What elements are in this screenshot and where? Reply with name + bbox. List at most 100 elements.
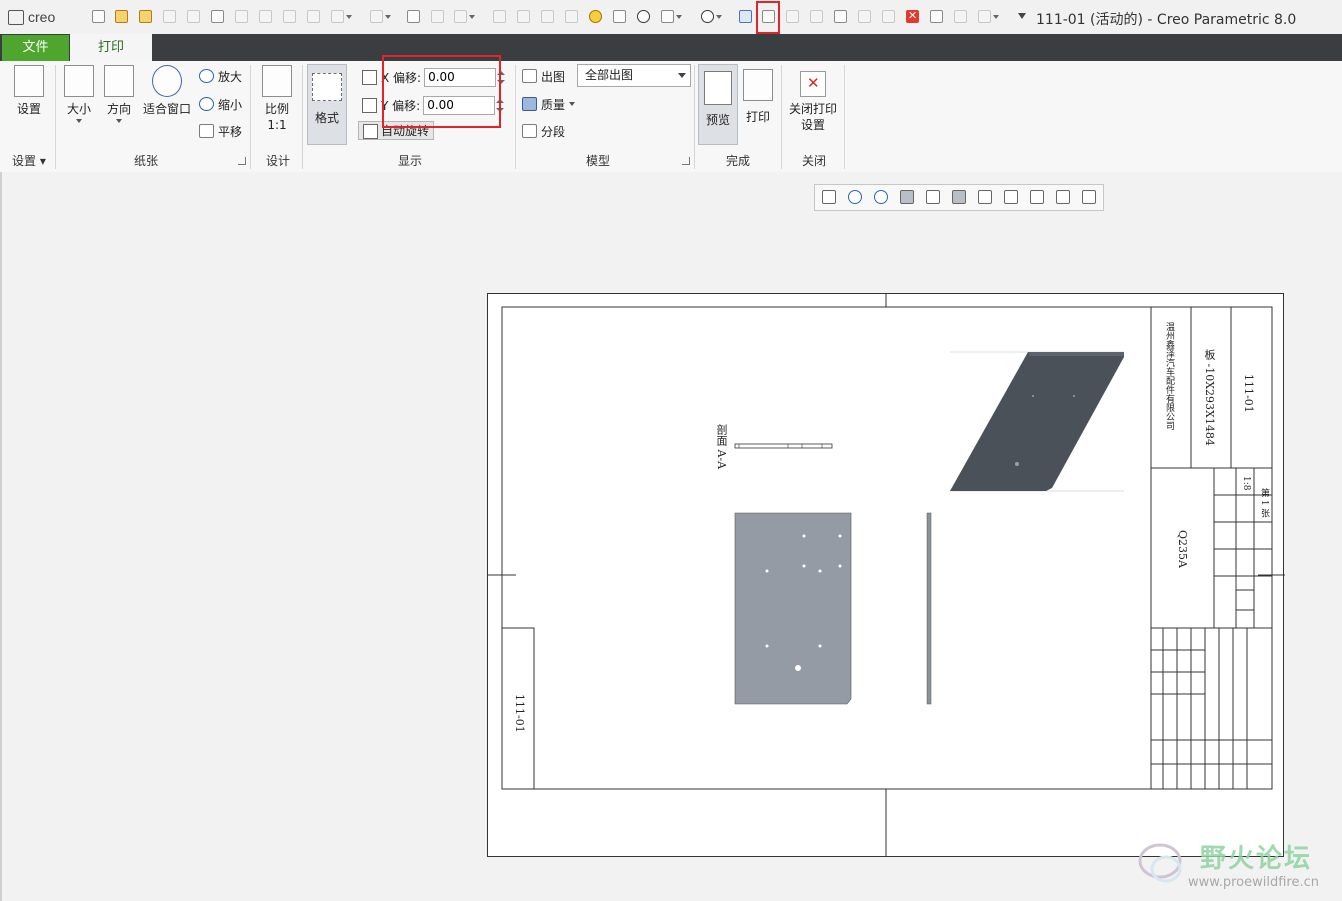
point-display-icon[interactable] bbox=[1056, 190, 1072, 206]
group-separator bbox=[302, 65, 303, 169]
zoom-out-button[interactable]: 缩小 bbox=[199, 95, 242, 113]
save-as-icon[interactable] bbox=[185, 8, 203, 26]
preview-button[interactable]: 预览 bbox=[698, 64, 738, 145]
counter-icon[interactable] bbox=[699, 8, 722, 26]
material-label: Q235A bbox=[1176, 530, 1189, 568]
text-icon[interactable] bbox=[405, 8, 423, 26]
title-bar: creo 111-01 (活动的) - Creo Parametric 8.0 bbox=[0, 0, 1342, 35]
group-settings[interactable]: 设置 ▾ bbox=[12, 152, 46, 169]
redo-icon[interactable] bbox=[368, 8, 391, 26]
chevron-down-icon bbox=[569, 102, 576, 106]
group-close: 关闭 bbox=[802, 154, 827, 168]
segment-button[interactable]: 分段 bbox=[522, 122, 565, 140]
logo-text: creo bbox=[28, 9, 56, 25]
import-icon[interactable] bbox=[808, 8, 826, 26]
watermark-title: 野火论坛 bbox=[1200, 844, 1313, 874]
sphere-icon[interactable] bbox=[429, 8, 447, 26]
smile-icon[interactable] bbox=[587, 8, 605, 26]
close-print-label: 关闭打印 bbox=[788, 102, 837, 116]
group-separator bbox=[515, 65, 516, 169]
undo-icon[interactable] bbox=[329, 8, 352, 26]
drawing-icon[interactable] bbox=[209, 8, 227, 26]
size-button[interactable]: 大小 bbox=[62, 65, 96, 123]
zoom-in-button[interactable]: 放大 bbox=[199, 67, 242, 85]
regenerate-icon[interactable] bbox=[233, 8, 251, 26]
active-window-icon[interactable] bbox=[928, 8, 946, 26]
csys-display-icon[interactable] bbox=[1082, 190, 1098, 206]
plane-display-icon[interactable] bbox=[1004, 190, 1020, 206]
insert-icon[interactable] bbox=[281, 8, 299, 26]
history-icon[interactable] bbox=[856, 8, 874, 26]
drawing-output-icon bbox=[522, 69, 537, 83]
group-separator bbox=[250, 65, 251, 169]
part-name: 板 -10X293X1484 bbox=[1203, 349, 1216, 446]
group-display: 显示 bbox=[398, 154, 423, 168]
open-icon[interactable] bbox=[113, 8, 131, 26]
segment-icon bbox=[522, 124, 537, 138]
scale-label: 比例 bbox=[264, 102, 289, 116]
orientation-label: 方向 bbox=[106, 102, 131, 116]
datum-display-icon[interactable] bbox=[978, 190, 994, 206]
format-icon bbox=[312, 73, 342, 101]
format-button[interactable]: 格式 bbox=[307, 64, 347, 145]
drawing-number: 111-01 bbox=[1242, 374, 1255, 413]
shaded-icon[interactable] bbox=[926, 190, 942, 206]
target-icon[interactable] bbox=[635, 8, 653, 26]
drawing-output-button[interactable]: 出图 bbox=[522, 67, 565, 85]
fit-window-button[interactable]: 适合窗口 bbox=[140, 65, 194, 117]
quality-icon bbox=[522, 97, 537, 111]
orientation-button[interactable]: 方向 bbox=[102, 65, 136, 123]
new-icon[interactable] bbox=[90, 8, 108, 26]
folder-icon[interactable] bbox=[137, 8, 155, 26]
pan-button[interactable]: 平移 bbox=[199, 122, 242, 140]
close-print-icon: ✕ bbox=[800, 71, 826, 97]
print-button[interactable]: 打印 bbox=[742, 65, 774, 125]
edit-icon[interactable] bbox=[563, 8, 581, 26]
chevron-down-icon bbox=[76, 119, 82, 123]
repaint-icon[interactable] bbox=[900, 190, 916, 206]
group-separator bbox=[781, 65, 782, 169]
pan-label: 平移 bbox=[218, 124, 243, 139]
y-offset-icon bbox=[362, 97, 377, 113]
scale-button[interactable]: 比例 1:1 bbox=[259, 65, 295, 133]
close-print-button[interactable]: ✕ 关闭打印 设置 bbox=[787, 65, 839, 133]
chevron-down-icon bbox=[116, 119, 122, 123]
assembly-icon[interactable] bbox=[305, 8, 323, 26]
tab-file[interactable]: 文件 bbox=[2, 35, 69, 61]
hidden-line-icon[interactable] bbox=[952, 190, 968, 206]
model-launcher-icon[interactable] bbox=[682, 157, 690, 165]
paper-launcher-icon[interactable] bbox=[238, 157, 246, 165]
refit-icon[interactable] bbox=[822, 190, 838, 206]
close-red-icon[interactable] bbox=[904, 8, 922, 26]
paste-icon[interactable] bbox=[539, 8, 557, 26]
component-icon[interactable] bbox=[257, 8, 275, 26]
layer-icon[interactable] bbox=[491, 8, 509, 26]
settings-button[interactable]: 设置 bbox=[10, 65, 48, 117]
axis-display-icon[interactable] bbox=[1030, 190, 1046, 206]
close-small-icon[interactable] bbox=[880, 8, 898, 26]
export-icon[interactable] bbox=[784, 8, 802, 26]
drawing-select[interactable]: 全部出图 bbox=[577, 64, 691, 87]
quality-button[interactable]: 质量 bbox=[522, 95, 576, 113]
copy-icon[interactable] bbox=[515, 8, 533, 26]
zoom-in-icon[interactable] bbox=[848, 190, 864, 206]
creo-logo[interactable]: creo bbox=[8, 8, 55, 26]
scale-icon bbox=[262, 65, 292, 97]
close-print-label-2: 设置 bbox=[800, 118, 825, 132]
window-icon[interactable] bbox=[659, 8, 682, 26]
view-cube-icon[interactable] bbox=[976, 8, 999, 26]
customize-toolbar-icon[interactable] bbox=[1018, 13, 1026, 19]
drawing-sheet[interactable]: 温州鑫泽汽车配件有限公司 板 -10X293X1484 111-01 Q235A… bbox=[487, 293, 1285, 857]
switch-window-icon[interactable] bbox=[952, 8, 970, 26]
print-setup-icon[interactable] bbox=[737, 8, 755, 26]
select-box-icon[interactable] bbox=[452, 8, 475, 26]
zoom-out-icon[interactable] bbox=[874, 190, 890, 206]
tab-print[interactable]: 打印 bbox=[70, 34, 152, 61]
settings-icon[interactable] bbox=[611, 8, 629, 26]
window-title: 111-01 (活动的) - Creo Parametric 8.0 bbox=[1036, 12, 1297, 28]
table-icon[interactable] bbox=[832, 8, 850, 26]
group-model: 模型 bbox=[586, 154, 611, 168]
zoom-out-icon bbox=[199, 97, 214, 111]
save-icon[interactable] bbox=[161, 8, 179, 26]
wildfire-logo-icon bbox=[1138, 843, 1182, 883]
